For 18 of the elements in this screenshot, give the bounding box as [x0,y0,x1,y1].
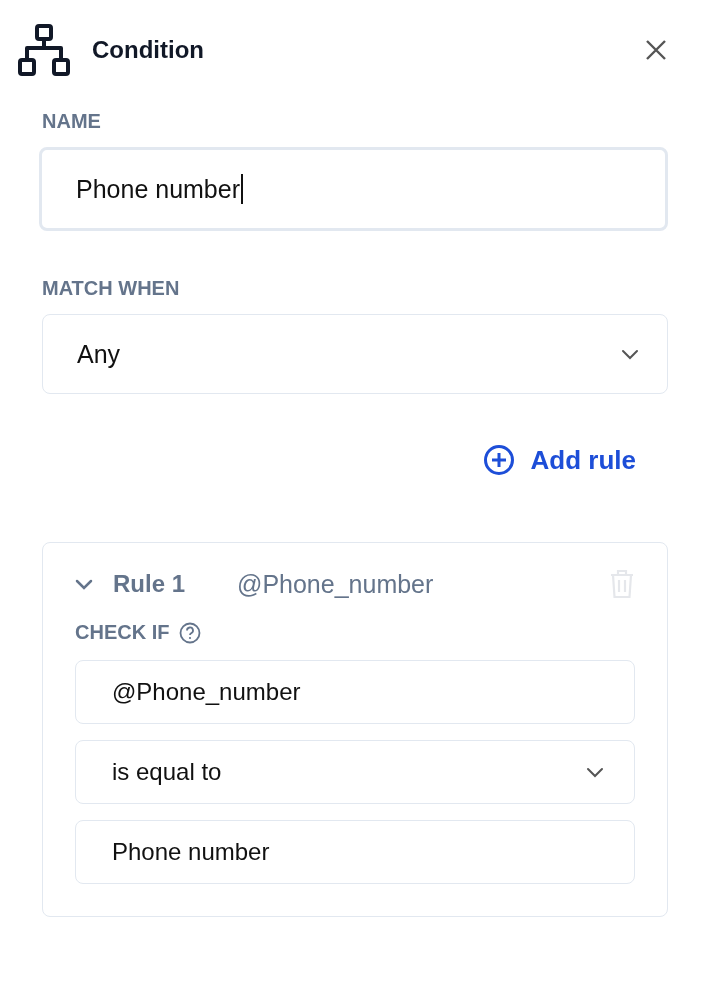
panel-title: Condition [92,36,205,64]
hierarchy-icon [18,24,70,76]
field-label: CHECK IF [75,621,170,644]
text-input[interactable]: @Phone_number [75,660,635,724]
rule-variable: @Phone_number [237,569,435,599]
close-button[interactable] [644,38,668,62]
text-input[interactable]: Phone number [75,820,635,884]
field-label: MATCH WHEN [42,277,181,300]
help-icon [179,621,202,644]
match-dropdown[interactable]: Any [42,314,668,394]
plus-circle-icon [482,444,515,476]
add-rule-button[interactable]: Add rule [482,444,636,476]
field-label: NAME [42,110,102,133]
rule-title: Rule 1 [113,570,187,598]
chevron-down-icon [621,348,639,360]
operator-dropdown[interactable]: is equal to [75,740,635,804]
name-input[interactable]: Phone number [39,147,668,231]
chevron-down-icon [586,766,604,778]
